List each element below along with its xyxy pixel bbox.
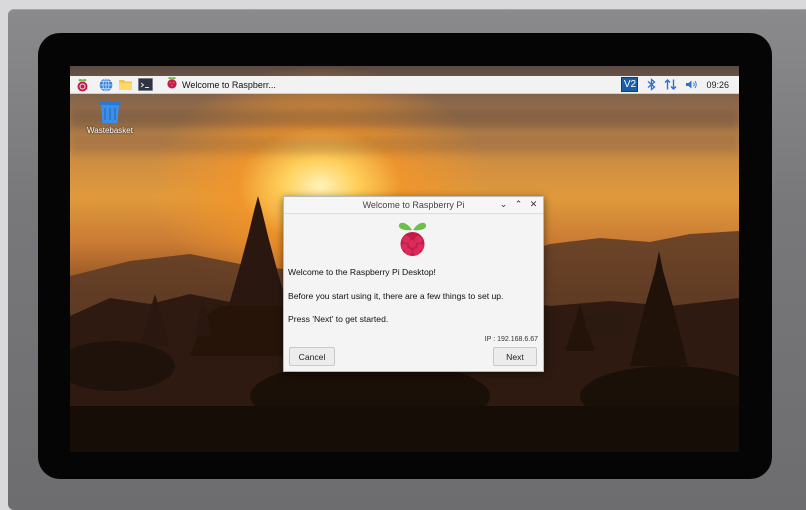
web-browser-icon[interactable] [98, 77, 113, 92]
raspberry-app-icon [166, 76, 178, 94]
ip-address: IP : 192.168.6.67 [484, 336, 538, 343]
raspberry-menu-icon[interactable] [75, 77, 90, 92]
dialog-titlebar[interactable]: Welcome to Raspberry Pi ⌄ ⌃ ✕ [284, 197, 543, 214]
file-manager-icon[interactable] [118, 77, 133, 92]
cancel-button[interactable]: Cancel [289, 347, 335, 366]
terminal-icon[interactable] [138, 77, 153, 92]
desktop: Welcome to Raspberr... V2 09:26 Wastebas… [70, 66, 739, 452]
taskbar-window-label: Welcome to Raspberr... [182, 79, 276, 90]
setup-intro-text: Before you start using it, there are a f… [288, 291, 504, 301]
bluetooth-icon[interactable] [647, 78, 656, 91]
wastebasket-icon [99, 101, 121, 123]
volume-icon[interactable] [685, 79, 698, 90]
welcome-heading: Welcome to the Raspberry Pi Desktop! [288, 267, 436, 277]
clock[interactable]: 09:26 [706, 80, 729, 90]
taskbar-window-welcome[interactable]: Welcome to Raspberr... [163, 76, 279, 94]
close-icon[interactable]: ✕ [529, 199, 538, 210]
maximize-icon[interactable]: ⌃ [514, 199, 523, 210]
minimize-icon[interactable]: ⌄ [499, 199, 508, 210]
network-icon[interactable] [664, 78, 677, 91]
taskbar: Welcome to Raspberr... V2 09:26 [70, 76, 739, 94]
vnc-icon[interactable]: V2 [621, 77, 639, 92]
raspberry-pi-logo [397, 220, 428, 265]
system-tray: V2 09:26 [621, 76, 739, 94]
instruction-text: Press 'Next' to get started. [288, 314, 389, 324]
welcome-dialog: Welcome to Raspberry Pi ⌄ ⌃ ✕ Welcome to… [283, 196, 544, 372]
desktop-icon-wastebasket[interactable]: Wastebasket [82, 100, 138, 135]
next-button[interactable]: Next [493, 347, 537, 366]
desktop-icon-label: Wastebasket [87, 126, 133, 135]
